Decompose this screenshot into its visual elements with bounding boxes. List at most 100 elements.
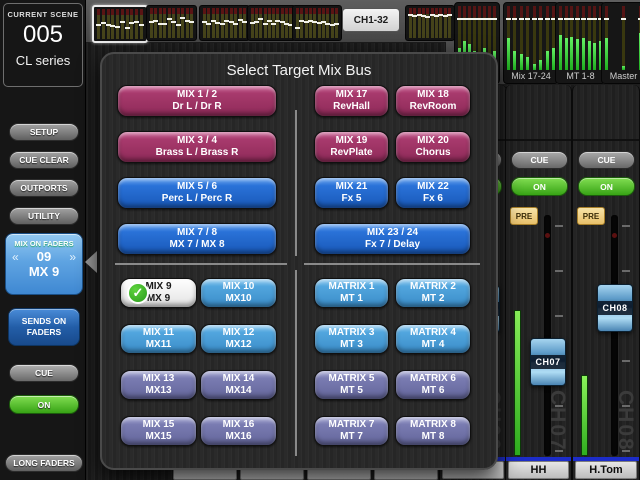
- meter-dash-icon: [120, 21, 125, 23]
- bus-button-matrix-2[interactable]: MATRIX 2MT 2: [395, 278, 471, 308]
- bus-button-subtitle: Chorus: [416, 147, 451, 160]
- bus-button-mix-15[interactable]: MIX 15MX15: [120, 416, 197, 446]
- output-meters: [605, 6, 640, 70]
- channel-meter-tile[interactable]: [146, 5, 197, 41]
- meter-bar-icon: [264, 8, 267, 38]
- meter-bar-icon: [305, 8, 308, 38]
- bus-button-mix-21[interactable]: MIX 21Fx 5: [314, 177, 389, 209]
- sends-on-faders-button[interactable]: SENDS ON FADERS: [8, 308, 80, 346]
- strip-on-button[interactable]: ON: [511, 177, 568, 196]
- sidebar-item-outports[interactable]: OUTPORTS: [9, 179, 79, 197]
- fader-scale-tick: [555, 270, 563, 272]
- bus-button-matrix-1[interactable]: MATRIX 1MT 1: [314, 278, 389, 308]
- bus-button-subtitle: MX16: [225, 431, 251, 444]
- sidebar-item-setup[interactable]: SETUP: [9, 123, 79, 141]
- bus-button-matrix-3[interactable]: MATRIX 3MT 3: [314, 324, 389, 354]
- meter-bar-icon: [181, 8, 184, 38]
- bus-button-matrix-8[interactable]: MATRIX 8MT 8: [395, 416, 471, 446]
- bus-button-subtitle: Fx 6: [423, 193, 443, 206]
- bus-button-mix-10[interactable]: MIX 10MX10: [200, 278, 277, 308]
- strip-cue-button[interactable]: CUE: [511, 151, 568, 169]
- bus-button-mix-16[interactable]: MIX 16MX16: [200, 416, 277, 446]
- meter-dash-icon: [189, 21, 194, 23]
- bus-button-mix-3-4[interactable]: MIX 3 / 4Brass L / Brass R: [117, 131, 277, 163]
- strip-cue-button[interactable]: CUE: [578, 151, 635, 169]
- strip-on-button[interactable]: ON: [578, 177, 635, 196]
- meter-bar-icon: [251, 8, 254, 38]
- bus-button-matrix-7[interactable]: MATRIX 7MT 7: [314, 416, 389, 446]
- channel-meter-tile[interactable]: [292, 5, 342, 41]
- meter-dash-icon: [558, 18, 563, 20]
- layer-select-button[interactable]: CH1-32: [342, 8, 400, 32]
- fader-handle-label: CH07: [531, 355, 565, 369]
- bus-button-mix-9[interactable]: MIX 9MX 9✓: [120, 278, 197, 308]
- bus-button-subtitle: MT 5: [340, 385, 363, 398]
- channel-meter-tile[interactable]: [405, 5, 455, 41]
- meter-bar-icon: [186, 8, 189, 38]
- bus-button-mix-18[interactable]: MIX 18RevRoom: [395, 85, 471, 117]
- sidebar-cue-button[interactable]: CUE: [9, 364, 79, 382]
- fader-handle[interactable]: CH08: [597, 284, 633, 332]
- meter-bar-icon: [234, 8, 237, 38]
- output-tile-label: MT 1-8: [559, 70, 602, 82]
- long-faders-button[interactable]: LONG FADERS: [5, 454, 83, 472]
- mix-on-faders-label: MIX ON FADERS: [6, 239, 82, 248]
- output-meter-tile[interactable]: Mix 17-24: [503, 2, 559, 84]
- channel-name-box[interactable]: H.Tom: [575, 461, 637, 479]
- sidebar-item-utility[interactable]: UTILITY: [9, 207, 79, 225]
- bus-button-matrix-6[interactable]: MATRIX 6MT 6: [395, 370, 471, 400]
- left-sidebar: CURRENT SCENE 005 CL series SETUP CUE CLE…: [0, 0, 86, 480]
- bus-button-title: MIX 9: [145, 281, 171, 294]
- meter-bar-icon: [285, 8, 288, 38]
- bus-button-subtitle: MX12: [225, 339, 251, 352]
- sidebar-on-button[interactable]: ON: [9, 395, 79, 414]
- current-scene-box[interactable]: CURRENT SCENE 005 CL series: [3, 3, 83, 87]
- bus-button-mix-1-2[interactable]: MIX 1 / 2Dr L / Dr R: [117, 85, 277, 117]
- meter-bar-icon: [255, 8, 258, 38]
- bus-button-title: MIX 10: [223, 281, 255, 294]
- prev-mix-icon[interactable]: «: [12, 250, 19, 264]
- channel-meter-tile-selected[interactable]: [92, 5, 148, 43]
- bus-button-title: MIX 7 / 8: [177, 227, 217, 240]
- bus-button-matrix-4[interactable]: MATRIX 4MT 4: [395, 324, 471, 354]
- bus-button-subtitle: MX15: [145, 431, 171, 444]
- channel-name-box[interactable]: HH: [508, 461, 569, 479]
- meter-bar-icon: [121, 9, 124, 39]
- bus-button-mix-19[interactable]: MIX 19RevPlate: [314, 131, 389, 163]
- meter-dash-icon: [447, 14, 452, 16]
- bus-button-subtitle: MX 9: [147, 293, 170, 306]
- sidebar-item-cue-clear[interactable]: CUE CLEAR: [9, 151, 79, 169]
- channel-strip-ch08: CUEONPRECH08CH08H.Tom: [572, 85, 640, 480]
- meter-bar-icon: [150, 8, 153, 38]
- mix-bus-name: MX 9: [6, 264, 82, 279]
- bus-button-mix-7-8[interactable]: MIX 7 / 8MX 7 / MX 8: [117, 223, 277, 255]
- bus-button-mix-5-6[interactable]: MIX 5 / 6Perc L / Perc R: [117, 177, 277, 209]
- bus-button-mix-20[interactable]: MIX 20Chorus: [395, 131, 471, 163]
- bus-button-title: MIX 15: [143, 419, 175, 432]
- output-meter-tile[interactable]: Master: [601, 2, 640, 84]
- bus-button-mix-14[interactable]: MIX 14MX14: [200, 370, 277, 400]
- meter-fill: [513, 51, 516, 70]
- fader-handle[interactable]: CH07: [530, 338, 566, 386]
- channel-meter-tile[interactable]: [199, 5, 250, 41]
- bus-button-subtitle: RevPlate: [330, 147, 372, 160]
- bus-button-mix-12[interactable]: MIX 12MX12: [200, 324, 277, 354]
- channel-strip-ch07: CUEONPRECH07CH07HH: [505, 85, 572, 480]
- bus-button-title: MATRIX 2: [410, 281, 456, 294]
- meter-bar-icon: [309, 8, 312, 38]
- mix-on-faders-button[interactable]: MIX ON FADERS « 09 » MX 9: [5, 233, 83, 295]
- bus-button-mix-11[interactable]: MIX 11MX11: [120, 324, 197, 354]
- meter-bar-icon: [413, 8, 416, 38]
- output-meter-tile[interactable]: MT 1-8: [555, 2, 606, 84]
- bus-button-matrix-5[interactable]: MATRIX 5MT 5: [314, 370, 389, 400]
- bus-button-mix-17[interactable]: MIX 17RevHall: [314, 85, 389, 117]
- meter-bar-icon: [207, 8, 210, 38]
- bus-button-mix-22[interactable]: MIX 22Fx 6: [395, 177, 471, 209]
- channel-meter-tile[interactable]: [247, 5, 296, 41]
- bus-button-mix-23-24[interactable]: MIX 23 / 24Fx 7 / Delay: [314, 223, 471, 255]
- meter-dash-icon: [162, 23, 167, 25]
- bus-button-subtitle: MX13: [145, 385, 171, 398]
- next-mix-icon[interactable]: »: [69, 250, 76, 264]
- bus-button-mix-13[interactable]: MIX 13MX13: [120, 370, 197, 400]
- bus-button-title: MATRIX 1: [329, 281, 375, 294]
